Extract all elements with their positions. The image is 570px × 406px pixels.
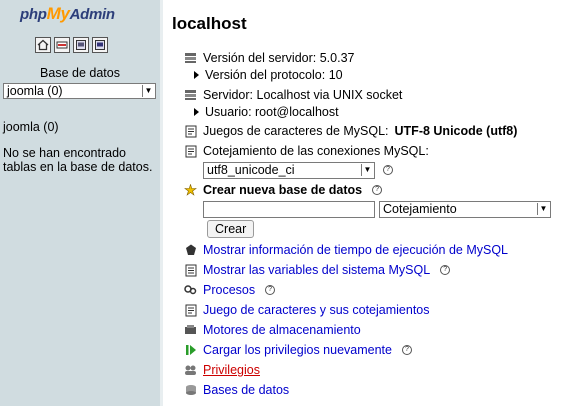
docs-icon[interactable] bbox=[92, 37, 108, 53]
link-system-variables: Mostrar las variables del sistema MySQL … bbox=[184, 263, 451, 277]
link-databases: Bases de datos bbox=[184, 383, 289, 397]
main-frame: localhost Versión del servidor: 5.0.37 V… bbox=[170, 0, 565, 406]
databases-icon bbox=[184, 384, 197, 396]
protocol-version-text: Versión del protocolo: 10 bbox=[205, 68, 343, 82]
runtime-info-link[interactable]: Mostrar información de tiempo de ejecuci… bbox=[203, 243, 508, 257]
link-storage-engines: Motores de almacenamiento bbox=[184, 323, 361, 337]
server-text: Servidor: Localhost via UNIX socket bbox=[203, 88, 403, 102]
server-icon bbox=[184, 52, 197, 64]
database-select[interactable]: joomla (0) ▼ bbox=[3, 83, 156, 99]
system-variables-link[interactable]: Mostrar las variables del sistema MySQL bbox=[203, 263, 430, 277]
logo-php: php bbox=[20, 6, 47, 23]
privileges-icon bbox=[184, 364, 197, 376]
server-icon bbox=[184, 89, 197, 101]
charsets-value: UTF-8 Unicode (utf8) bbox=[394, 124, 518, 138]
logo-admin: Admin bbox=[69, 6, 115, 23]
user-row: Usuario: root@localhost bbox=[194, 105, 339, 119]
collation-select[interactable]: utf8_unicode_ci ▼ bbox=[203, 162, 375, 179]
collation-icon bbox=[184, 145, 197, 157]
charset-icon bbox=[184, 125, 197, 137]
query-window-icon[interactable] bbox=[73, 37, 89, 53]
help-icon[interactable]: ? bbox=[265, 285, 276, 295]
navigation-frame: phpMyAdmin Base de datos joomla (0) ▼ jo… bbox=[0, 0, 160, 406]
databases-link[interactable]: Bases de datos bbox=[203, 383, 289, 397]
sql-query-icon[interactable] bbox=[54, 37, 70, 53]
server-version-text: Versión del servidor: 5.0.37 bbox=[203, 51, 355, 65]
page-title: localhost bbox=[172, 14, 247, 33]
chevron-down-icon: ▼ bbox=[361, 164, 373, 176]
frame-divider[interactable] bbox=[160, 0, 163, 406]
charsets-label: Juegos de caracteres de MySQL: bbox=[203, 124, 389, 138]
user-text: Usuario: root@localhost bbox=[205, 105, 339, 119]
reload-privileges-link[interactable]: Cargar los privilegios nuevamente bbox=[203, 343, 392, 357]
storage-engines-link[interactable]: Motores de almacenamiento bbox=[203, 323, 361, 337]
bullet-arrow-icon bbox=[194, 71, 199, 79]
database-name[interactable]: joomla (0) bbox=[3, 120, 59, 134]
link-privileges: Privilegios bbox=[184, 363, 260, 377]
collation-select-value: utf8_unicode_ci bbox=[207, 163, 295, 177]
create-db-collation-value: Cotejamiento bbox=[383, 202, 457, 216]
create-db-row: Crear nueva base de datos ? bbox=[184, 183, 383, 197]
charset-icon bbox=[184, 304, 197, 316]
help-icon[interactable]: ? bbox=[440, 265, 451, 275]
server-version-row: Versión del servidor: 5.0.37 bbox=[184, 51, 354, 65]
chevron-down-icon: ▼ bbox=[142, 85, 154, 97]
server-row: Servidor: Localhost via UNIX socket bbox=[184, 88, 402, 102]
collation-label: Cotejamiento de las conexiones MySQL: bbox=[203, 144, 429, 158]
processes-icon bbox=[184, 284, 197, 296]
logo-my: My bbox=[46, 4, 70, 23]
database-label: Base de datos bbox=[40, 66, 120, 80]
link-reload-privileges: Cargar los privilegios nuevamente ? bbox=[184, 343, 412, 357]
runtime-info-icon bbox=[184, 244, 197, 256]
new-database-icon bbox=[184, 184, 197, 196]
link-charsets-collations: Juego de caracteres y sus cotejamientos bbox=[184, 303, 430, 317]
link-runtime-info: Mostrar información de tiempo de ejecuci… bbox=[184, 243, 508, 257]
collation-row: Cotejamiento de las conexiones MySQL: bbox=[184, 144, 429, 158]
link-processes: Procesos ? bbox=[184, 283, 276, 297]
create-button[interactable]: Crear bbox=[207, 220, 255, 238]
create-db-collation-select[interactable]: Cotejamiento ▼ bbox=[379, 201, 551, 218]
charsets-row: Juegos de caracteres de MySQL: UTF-8 Uni… bbox=[184, 124, 517, 138]
database-select-value: joomla (0) bbox=[7, 84, 63, 98]
help-icon[interactable]: ? bbox=[401, 345, 412, 355]
processes-link[interactable]: Procesos bbox=[203, 283, 255, 297]
create-db-label: Crear nueva base de datos bbox=[203, 183, 363, 197]
help-icon[interactable]: ? bbox=[383, 165, 393, 175]
reload-icon bbox=[184, 344, 197, 356]
variables-icon bbox=[184, 264, 197, 276]
privileges-link[interactable]: Privilegios bbox=[203, 363, 260, 377]
protocol-version-row: Versión del protocolo: 10 bbox=[194, 68, 343, 82]
new-database-input[interactable] bbox=[203, 201, 375, 218]
chevron-down-icon: ▼ bbox=[537, 203, 549, 215]
nav-icon-bar bbox=[35, 37, 108, 53]
bullet-arrow-icon bbox=[194, 108, 199, 116]
home-icon[interactable] bbox=[35, 37, 51, 53]
no-tables-message: No se han encontrado tablas en la base d… bbox=[3, 146, 153, 174]
phpmyadmin-logo[interactable]: phpMyAdmin bbox=[20, 4, 115, 24]
storage-engines-icon bbox=[184, 324, 197, 336]
charsets-collations-link[interactable]: Juego de caracteres y sus cotejamientos bbox=[203, 303, 430, 317]
help-icon[interactable]: ? bbox=[372, 185, 383, 195]
